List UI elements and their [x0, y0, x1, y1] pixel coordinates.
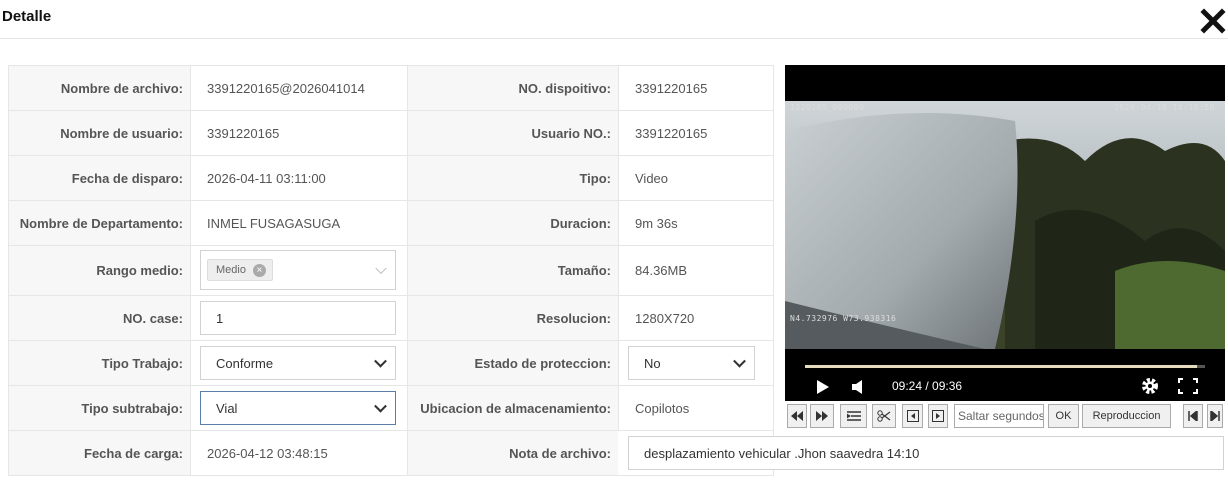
- work-subtype-select[interactable]: Vial: [200, 391, 396, 425]
- file-note-input[interactable]: desplazamiento vehicular .Jhon saavedra …: [628, 436, 1224, 470]
- chevron-down-icon: [733, 354, 746, 368]
- seek-seconds-input[interactable]: Saltar segundos: [954, 404, 1044, 428]
- type-value: Video: [618, 156, 773, 200]
- settings-gear-icon[interactable]: [1141, 377, 1159, 395]
- duration-value: 9m 36s: [618, 201, 773, 245]
- storage-value: Copilotos: [618, 386, 773, 430]
- protection-select[interactable]: No: [628, 346, 755, 380]
- remove-tag-icon[interactable]: ×: [252, 263, 266, 277]
- range-label: Rango medio:: [9, 246, 190, 295]
- video-overlay-id: 1220165_000000: [790, 103, 865, 112]
- protection-label: Estado de proteccion:: [407, 341, 618, 385]
- chevron-down-icon: [375, 262, 387, 275]
- step-back-icon[interactable]: [902, 404, 923, 428]
- file-note-value: desplazamiento vehicular .Jhon saavedra …: [644, 445, 920, 461]
- progress-bar[interactable]: [805, 365, 1205, 368]
- rewind-icon[interactable]: [787, 404, 807, 428]
- detail-row: Fecha de disparo: 2026-04-11 03:11:00 Ti…: [9, 156, 773, 201]
- ok-button[interactable]: OK: [1048, 404, 1079, 428]
- case-no-value: 1: [216, 310, 224, 326]
- skip-end-icon[interactable]: [1207, 404, 1223, 428]
- dialog-header: Detalle: [0, 0, 1228, 39]
- fullscreen-icon[interactable]: [1178, 378, 1198, 394]
- range-tag: Medio ×: [207, 259, 273, 281]
- chevron-down-icon: [374, 399, 387, 413]
- duration-label: Duracion:: [407, 201, 618, 245]
- protection-value: No: [644, 355, 661, 371]
- work-type-value: Conforme: [216, 355, 274, 371]
- progress-fill: [805, 365, 1197, 368]
- fast-forward-icon[interactable]: [810, 404, 834, 428]
- volume-icon[interactable]: [851, 379, 865, 395]
- case-no-input[interactable]: 1: [200, 301, 396, 335]
- time-display: 09:24 / 09:36: [892, 379, 963, 393]
- work-subtype-value: Vial: [216, 400, 238, 416]
- trigger-date-value: 2026-04-11 03:11:00: [190, 156, 407, 200]
- storage-label: Ubicacion de almacenamiento:: [407, 386, 618, 430]
- upload-date-value: 2026-04-12 03:48:15: [190, 431, 407, 475]
- chevron-down-icon: [374, 354, 387, 368]
- video-frame: [785, 101, 1225, 349]
- work-subtype-label: Tipo subtrabajo:: [9, 386, 190, 430]
- trigger-date-label: Fecha de disparo:: [9, 156, 190, 200]
- step-forward-icon[interactable]: [928, 404, 948, 428]
- device-no-label: NO. dispoitivo:: [407, 66, 618, 110]
- range-select[interactable]: Medio ×: [200, 250, 396, 290]
- department-label: Nombre de Departamento:: [9, 201, 190, 245]
- file-name-label: Nombre de archivo:: [9, 66, 190, 110]
- case-no-label: NO. case:: [9, 296, 190, 340]
- department-value: INMEL FUSAGASUGA: [190, 201, 407, 245]
- player-toolbar: Saltar segundos OK Reproduccion: [785, 404, 1225, 430]
- file-name-value: 3391220165@2026041014: [190, 66, 407, 110]
- skip-start-icon[interactable]: [1183, 404, 1203, 428]
- video-overlay-datetime: 2026-04-10 14:10:50: [1113, 103, 1215, 112]
- user-no-value: 3391220165: [618, 111, 773, 155]
- file-note-label: Nota de archivo:: [407, 431, 618, 475]
- size-value: 84.36MB: [618, 246, 773, 295]
- dialog-title: Detalle: [2, 8, 52, 25]
- list-icon[interactable]: [840, 404, 867, 428]
- resolution-label: Resolucion:: [407, 296, 618, 340]
- video-overlay-gps: N4.732976 W73.938316: [790, 314, 897, 323]
- user-no-label: Usuario NO.:: [407, 111, 618, 155]
- work-type-label: Tipo Trabajo:: [9, 341, 190, 385]
- upload-date-label: Fecha de carga:: [9, 431, 190, 475]
- size-label: Tamaño:: [407, 246, 618, 295]
- scissors-icon[interactable]: [872, 404, 896, 428]
- detail-row: Nombre de Departamento: INMEL FUSAGASUGA…: [9, 201, 773, 246]
- playback-button[interactable]: Reproduccion: [1082, 404, 1171, 428]
- detail-row: Nombre de usuario: 3391220165 Usuario NO…: [9, 111, 773, 156]
- type-label: Tipo:: [407, 156, 618, 200]
- user-name-value: 3391220165: [190, 111, 407, 155]
- device-no-value: 3391220165: [618, 66, 773, 110]
- user-name-label: Nombre de usuario:: [9, 111, 190, 155]
- video-player[interactable]: 1220165_000000 2026-04-10 14:10:50 N4.73…: [785, 65, 1225, 401]
- detail-row: Nombre de archivo: 3391220165@2026041014…: [9, 66, 773, 111]
- work-type-select[interactable]: Conforme: [200, 346, 396, 380]
- resolution-value: 1280X720: [618, 296, 773, 340]
- close-icon[interactable]: [1200, 8, 1226, 34]
- play-icon[interactable]: [816, 379, 830, 395]
- range-tag-label: Medio: [216, 264, 246, 276]
